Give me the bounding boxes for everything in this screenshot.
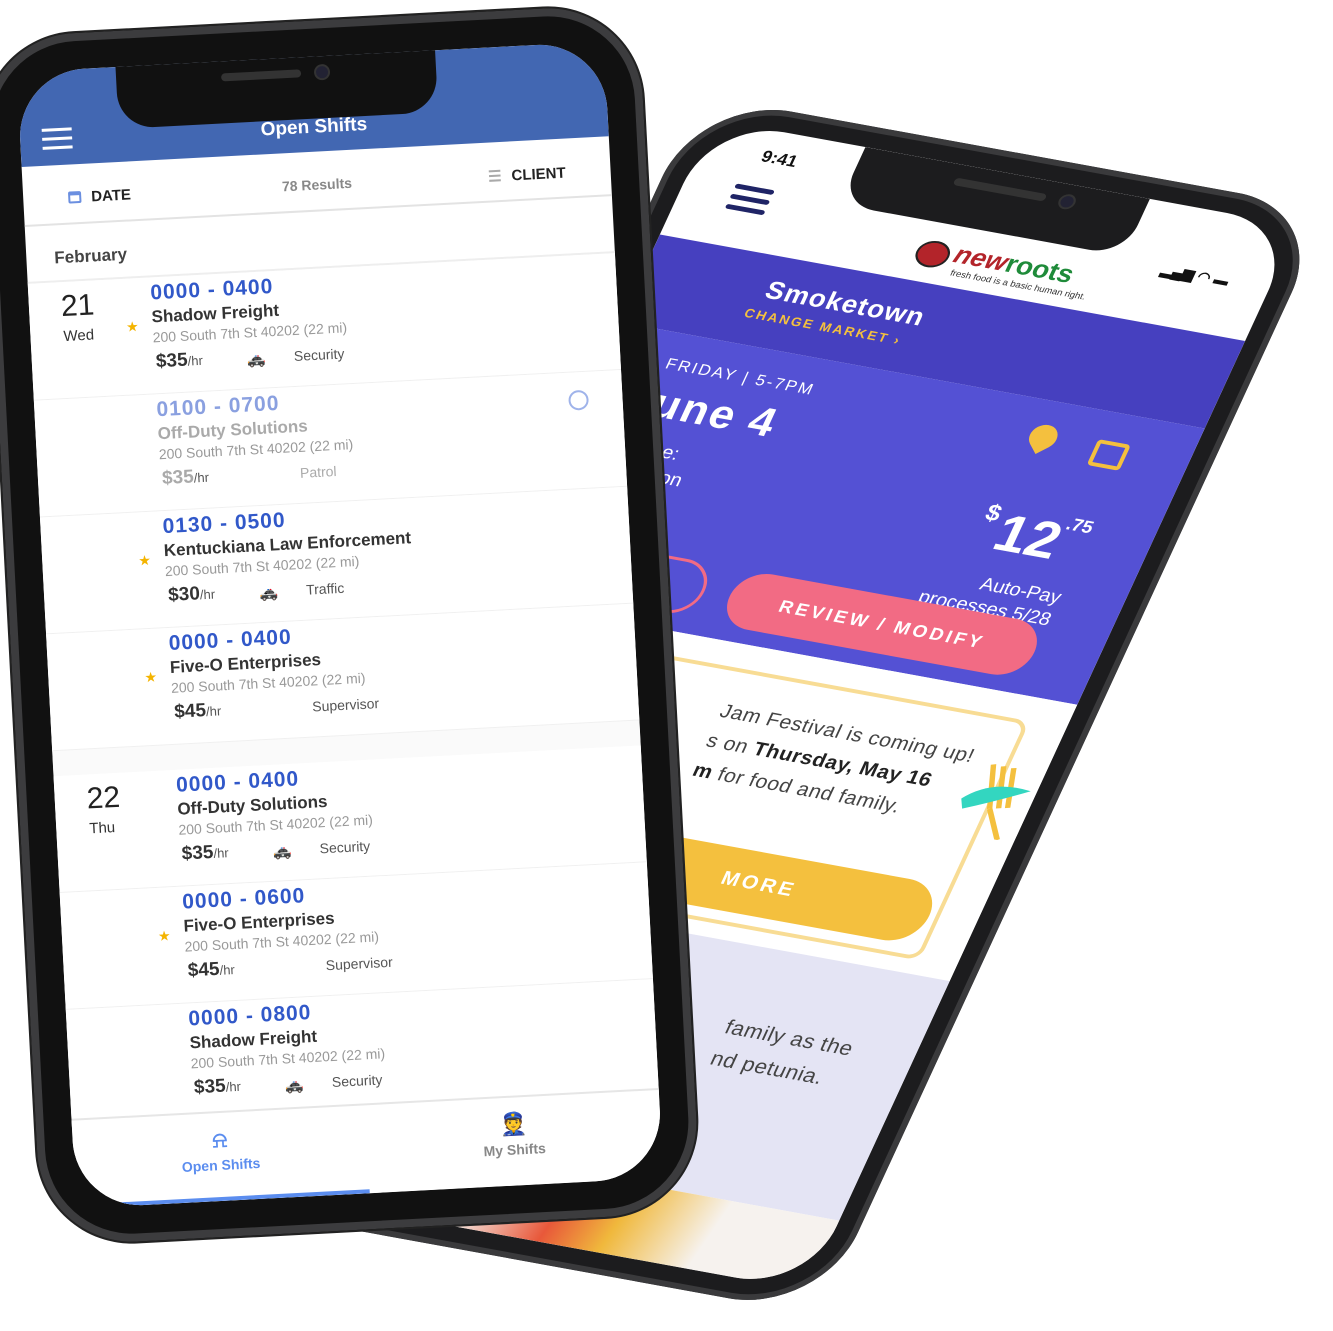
camera-icon	[1058, 195, 1076, 209]
signal-wifi-battery-icon: ▂▄▆ ◠ ▬	[1158, 261, 1233, 289]
camera-icon	[315, 65, 329, 79]
shift-role: Supervisor	[325, 953, 394, 974]
shift-role: Security	[319, 837, 371, 857]
day-name: Thu	[88, 819, 116, 838]
tab-open-shifts[interactable]: ⍾ Open Shifts	[72, 1119, 368, 1180]
pay-rate: $35/hr	[181, 841, 230, 865]
shift-hours: 0000 - 0400	[168, 625, 293, 655]
star-icon[interactable]: ★	[144, 669, 157, 687]
star-icon[interactable]: ★	[158, 927, 171, 945]
tab-my-shifts[interactable]: 👮 My Shifts	[366, 1104, 662, 1165]
shift-role: Patrol	[299, 462, 337, 481]
shift-role: Security	[331, 1071, 383, 1091]
star-icon[interactable]: ★	[126, 318, 139, 336]
status-time: 9:41	[758, 147, 801, 171]
vehicle-icon: 🚓	[258, 584, 279, 603]
pay-rate: $35/hr	[155, 349, 204, 373]
shift-hours: 0000 - 0800	[187, 1001, 312, 1031]
vehicle-icon: 🚓	[246, 350, 267, 369]
vehicle-icon: 🚓	[272, 842, 292, 861]
shift-role: Security	[293, 345, 345, 365]
day-number: 21	[60, 288, 96, 324]
calendar-icon[interactable]	[1086, 439, 1132, 471]
shift-role: Traffic	[305, 579, 345, 598]
day-number: 22	[85, 780, 121, 816]
shift-role: Supervisor	[311, 695, 380, 715]
star-icon[interactable]: ★	[138, 552, 151, 570]
open-shifts-screen: Open Shifts DATE 78 Results ☰ CLIENT Febr…	[16, 41, 664, 1209]
shift-hours: 0000 - 0400	[149, 275, 274, 305]
client-filter-button[interactable]: ☰ CLIENT	[488, 164, 566, 186]
pay-rate: $45/hr	[173, 700, 222, 723]
filter-icon: ☰	[487, 167, 503, 186]
shift-list: 21 Wed ★ 0000 - 0400 Shadow Freight 200 Sou…	[27, 251, 660, 1127]
shift-hours: 0100 - 0700	[155, 391, 281, 422]
vehicle-icon: 🚓	[284, 1076, 305, 1095]
day-name: Wed	[63, 326, 95, 346]
order-price: $ 12.75	[980, 499, 1098, 571]
siren-icon: ⍾	[211, 1126, 228, 1153]
left-phone: Open Shifts DATE 78 Results ☰ CLIENT Febr…	[0, 3, 702, 1247]
pay-rate: $35/hr	[193, 1075, 242, 1099]
shift-hours: 0000 - 0600	[181, 884, 306, 914]
clock-icon[interactable]	[568, 389, 590, 411]
shift-hours: 0000 - 0400	[175, 767, 300, 797]
pay-rate: $30/hr	[167, 583, 216, 606]
menu-icon[interactable]	[722, 183, 775, 220]
month-header: February	[53, 244, 128, 268]
shift-hours: 0130 - 0500	[162, 508, 287, 539]
pay-rate: $45/hr	[187, 958, 236, 982]
pay-rate: $35/hr	[161, 466, 210, 490]
location-pin-icon[interactable]	[1024, 420, 1062, 454]
officer-icon: 👮	[499, 1110, 528, 1138]
